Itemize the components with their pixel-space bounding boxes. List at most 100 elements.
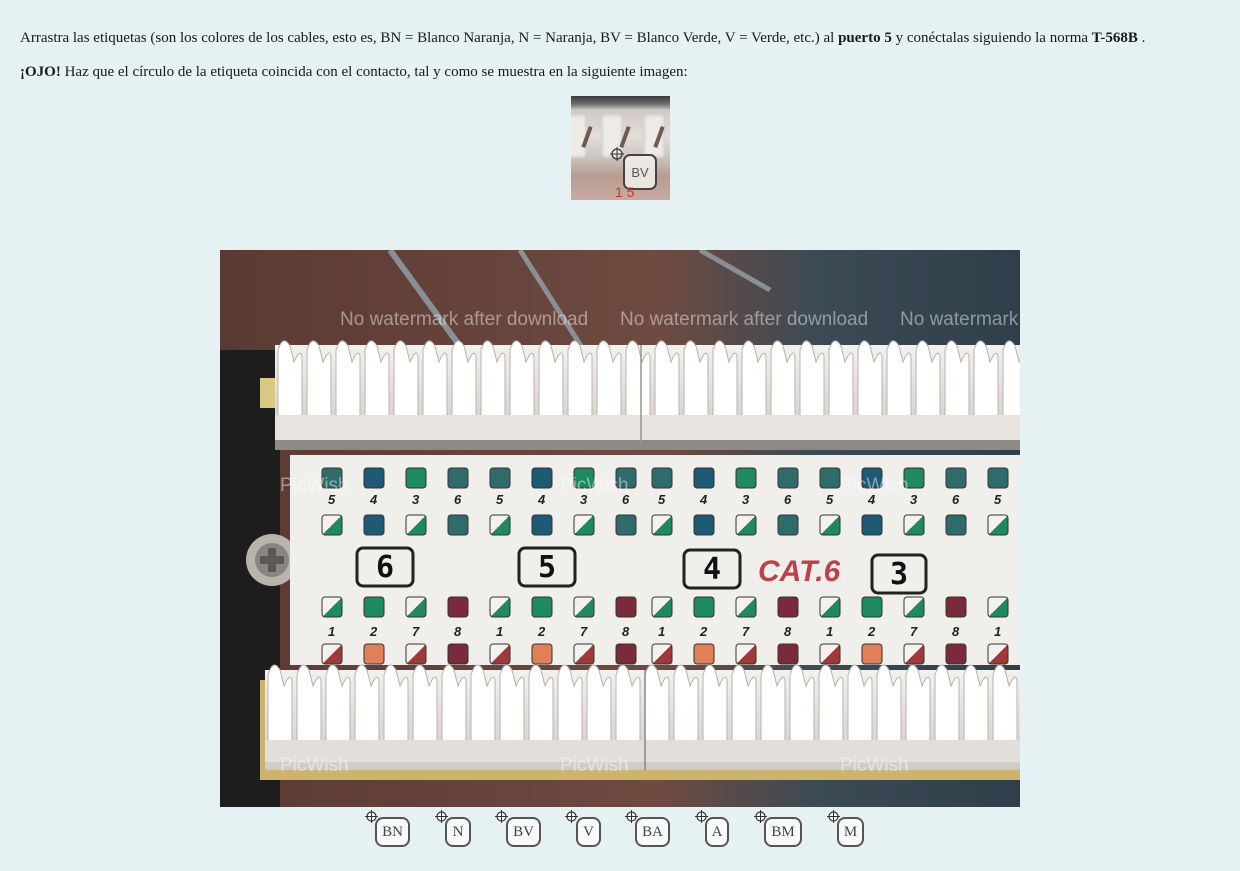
port-number-4: 4 bbox=[703, 552, 721, 587]
pin-number: 1 bbox=[826, 624, 833, 639]
pin-number: 7 bbox=[412, 624, 420, 639]
warning-label: ¡OJO! bbox=[20, 64, 61, 80]
wire-color-square bbox=[447, 467, 469, 489]
wire-color-square bbox=[735, 467, 757, 489]
watermark-brand: PicWish bbox=[840, 755, 909, 776]
patch-panel-photo: 54365436543654365 6 5 4 3 CAT.6 12781278… bbox=[220, 250, 1020, 807]
wire-color-square bbox=[615, 596, 637, 618]
crosshair-target-icon[interactable] bbox=[754, 810, 767, 823]
pin-number: 5 bbox=[994, 492, 1002, 507]
wire-color-square bbox=[651, 643, 673, 665]
wire-color-square bbox=[531, 514, 553, 536]
crosshair-target-icon[interactable] bbox=[695, 810, 708, 823]
wire-color-square bbox=[573, 596, 595, 618]
pin-number: 8 bbox=[952, 624, 960, 639]
example-tooth bbox=[643, 114, 665, 158]
wire-color-square bbox=[447, 514, 469, 536]
wire-color-square bbox=[447, 643, 469, 665]
crosshair-target-icon[interactable] bbox=[625, 810, 638, 823]
wire-color-square bbox=[405, 467, 427, 489]
wire-color-square bbox=[405, 514, 427, 536]
wire-color-square bbox=[363, 596, 385, 618]
wire-label-ba[interactable]: BA bbox=[635, 817, 670, 847]
pin-number: 8 bbox=[622, 624, 630, 639]
pin-number: 1 bbox=[994, 624, 1001, 639]
wire-color-square bbox=[405, 596, 427, 618]
pin-number: 1 bbox=[496, 624, 503, 639]
watermark-brand: PicWish bbox=[840, 475, 909, 496]
wire-color-square bbox=[489, 596, 511, 618]
pin-number: 8 bbox=[454, 624, 462, 639]
pin-number: 2 bbox=[369, 624, 378, 639]
wire-color-square bbox=[945, 596, 967, 618]
wire-color-square bbox=[573, 643, 595, 665]
wire-color-square bbox=[531, 467, 553, 489]
wire-color-square bbox=[777, 596, 799, 618]
wire-color-square bbox=[489, 467, 511, 489]
wire-color-square bbox=[819, 643, 841, 665]
wire-color-square bbox=[693, 643, 715, 665]
pin-number: 8 bbox=[784, 624, 792, 639]
pin-number: 7 bbox=[910, 624, 918, 639]
wire-color-square bbox=[693, 467, 715, 489]
watermark-brand: PicWish bbox=[560, 755, 629, 776]
pin-number: 6 bbox=[784, 492, 792, 507]
crosshair-target-icon[interactable] bbox=[365, 810, 378, 823]
wire-color-square bbox=[363, 514, 385, 536]
wire-color-square bbox=[987, 643, 1009, 665]
pin-number: 1 bbox=[658, 624, 665, 639]
port-number-6: 6 bbox=[376, 550, 394, 585]
wire-color-square bbox=[363, 467, 385, 489]
wire-color-square bbox=[489, 514, 511, 536]
pin-number: 6 bbox=[454, 492, 462, 507]
pin-number: 1 bbox=[328, 624, 335, 639]
watermark-brand: PicWish bbox=[280, 475, 349, 496]
wire-color-square bbox=[735, 596, 757, 618]
wire-color-square bbox=[819, 596, 841, 618]
wire-label-v[interactable]: V bbox=[576, 817, 601, 847]
wire-label-bn[interactable]: BN bbox=[375, 817, 410, 847]
wire-label-n[interactable]: N bbox=[445, 817, 471, 847]
watermark-text: No watermark after download bbox=[340, 309, 588, 330]
wire-color-square bbox=[531, 596, 553, 618]
wire-label-bv[interactable]: BV bbox=[506, 817, 541, 847]
wire-color-square bbox=[819, 467, 841, 489]
wire-color-square bbox=[693, 514, 715, 536]
wire-color-square bbox=[321, 596, 343, 618]
pin-number: 2 bbox=[537, 624, 546, 639]
wire-label-m[interactable]: M bbox=[837, 817, 864, 847]
wire-color-square bbox=[321, 514, 343, 536]
wire-color-square bbox=[447, 596, 469, 618]
crosshair-target-icon[interactable] bbox=[495, 810, 508, 823]
pin-number: 5 bbox=[658, 492, 666, 507]
instruction-text: . bbox=[1137, 30, 1146, 46]
crosshair-target-icon bbox=[610, 147, 624, 161]
wire-color-square bbox=[573, 514, 595, 536]
instruction-port: puerto 5 bbox=[838, 30, 892, 46]
instruction-line-2: ¡OJO! Haz que el círculo de la etiqueta … bbox=[20, 63, 688, 81]
wire-label-bm[interactable]: BM bbox=[764, 817, 802, 847]
wire-color-square bbox=[651, 514, 673, 536]
pin-number: 3 bbox=[412, 492, 420, 507]
pin-number: 7 bbox=[742, 624, 750, 639]
wire-color-square bbox=[987, 467, 1009, 489]
watermark-brand: PicWish bbox=[280, 755, 349, 776]
instruction-text: y conéctalas siguiendo la norma bbox=[891, 30, 1092, 46]
crosshair-target-icon[interactable] bbox=[827, 810, 840, 823]
wire-color-square bbox=[861, 643, 883, 665]
wire-color-square bbox=[819, 514, 841, 536]
wire-color-square bbox=[615, 643, 637, 665]
wire-color-square bbox=[531, 643, 553, 665]
pin-number: 6 bbox=[952, 492, 960, 507]
wire-color-square bbox=[651, 467, 673, 489]
crosshair-target-icon[interactable] bbox=[565, 810, 578, 823]
example-image: BV 1 5 bbox=[571, 96, 670, 200]
instruction-text: Arrastra las etiquetas (son los colores … bbox=[20, 30, 839, 46]
wire-color-square bbox=[405, 643, 427, 665]
wire-label-a[interactable]: A bbox=[705, 817, 729, 847]
pin-number: 4 bbox=[369, 492, 378, 507]
wire-color-square bbox=[861, 596, 883, 618]
crosshair-target-icon[interactable] bbox=[435, 810, 448, 823]
pin-number: 5 bbox=[496, 492, 504, 507]
wire-color-square bbox=[777, 643, 799, 665]
